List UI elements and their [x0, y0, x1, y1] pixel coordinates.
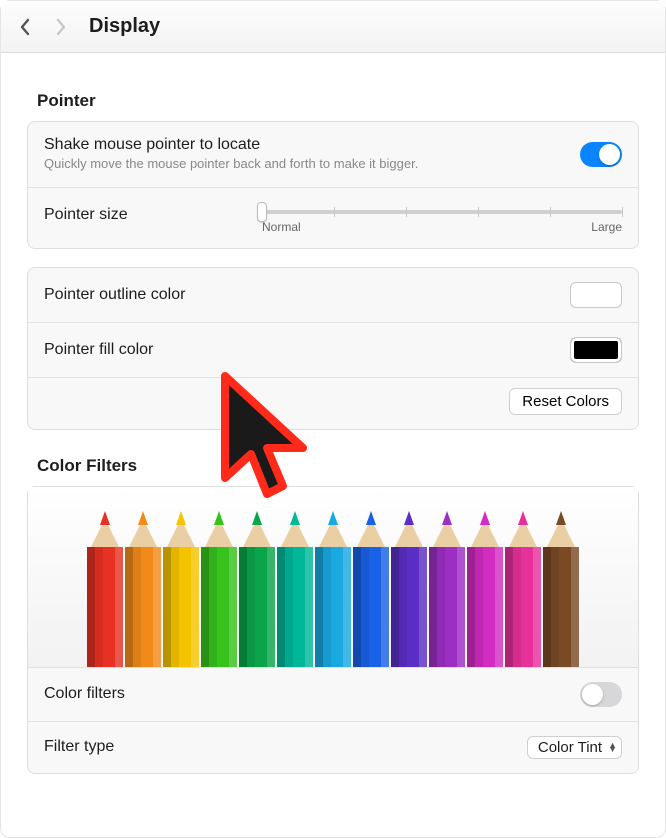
pointer-size-slider[interactable]: Normal Large: [262, 202, 622, 234]
chevron-updown-icon: ▲▼: [608, 743, 617, 752]
shake-sub: Quickly move the mouse pointer back and …: [44, 156, 418, 173]
pointer-section-label: Pointer: [37, 91, 639, 111]
color-filters-preview: [28, 487, 638, 667]
filters-panel: Color filters Filter type Color Tint ▲▼: [27, 486, 639, 774]
back-button[interactable]: [19, 18, 31, 36]
pointer-color-panel: Pointer outline color Pointer fill color…: [27, 267, 639, 430]
nav-arrows: [19, 18, 67, 36]
outline-color-well[interactable]: [570, 282, 622, 308]
shake-label: Shake mouse pointer to locate: [44, 136, 418, 154]
pointer-size-row: Pointer size Normal Large: [28, 187, 638, 248]
filter-type-label: Filter type: [44, 738, 114, 756]
pencil-icon: [543, 507, 579, 667]
fill-color-label: Pointer fill color: [44, 341, 153, 359]
pencil-icon: [467, 507, 503, 667]
pencil-icon: [239, 507, 275, 667]
pencil-icon: [391, 507, 427, 667]
pencil-icon: [87, 507, 123, 667]
page-title: Display: [89, 15, 160, 38]
pencil-icon: [505, 507, 541, 667]
shake-toggle[interactable]: [580, 142, 622, 167]
pointer-panel: Shake mouse pointer to locate Quickly mo…: [27, 121, 639, 249]
fill-color-well[interactable]: [570, 337, 622, 363]
reset-colors-button[interactable]: Reset Colors: [509, 388, 622, 415]
pencil-icon: [125, 507, 161, 667]
pointer-size-label: Pointer size: [44, 202, 128, 224]
pencil-icon: [353, 507, 389, 667]
fill-color-row: Pointer fill color: [28, 322, 638, 377]
color-filters-row: Color filters: [28, 667, 638, 721]
titlebar: Display: [1, 1, 665, 53]
slider-thumb[interactable]: [257, 202, 267, 222]
pencil-icon: [277, 507, 313, 667]
pencil-icon: [201, 507, 237, 667]
color-filters-toggle[interactable]: [580, 682, 622, 707]
forward-button[interactable]: [55, 18, 67, 36]
color-filters-label: Color filters: [44, 685, 125, 703]
filter-type-row: Filter type Color Tint ▲▼: [28, 721, 638, 773]
pencil-icon: [315, 507, 351, 667]
filter-type-value: Color Tint: [538, 739, 602, 756]
filters-section-label: Color Filters: [37, 456, 639, 476]
slider-max-label: Large: [591, 220, 622, 234]
reset-row: Reset Colors: [28, 377, 638, 429]
filter-type-select[interactable]: Color Tint ▲▼: [527, 736, 622, 759]
outline-color-label: Pointer outline color: [44, 286, 185, 304]
shake-to-locate-row: Shake mouse pointer to locate Quickly mo…: [28, 122, 638, 187]
slider-min-label: Normal: [262, 220, 301, 234]
pencil-icon: [429, 507, 465, 667]
outline-color-row: Pointer outline color: [28, 268, 638, 322]
pencil-icon: [163, 507, 199, 667]
